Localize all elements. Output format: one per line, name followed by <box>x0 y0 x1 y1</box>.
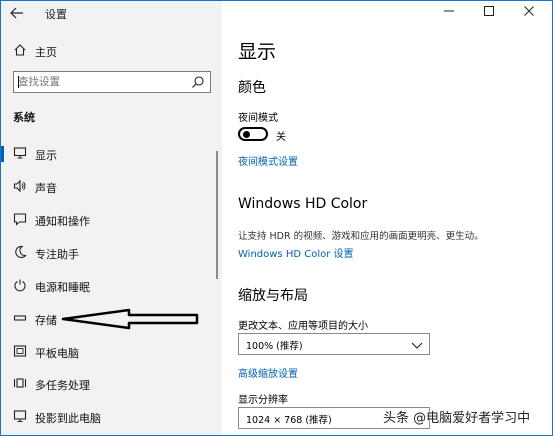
annotation-arrow <box>61 308 199 330</box>
app-title: 设置 <box>45 8 67 21</box>
sidebar-item-label: 多任务处理 <box>35 379 90 392</box>
sidebar-item-project[interactable]: 投影到此电脑 <box>1 404 222 430</box>
sidebar-item-label: 电源和睡眠 <box>35 281 90 294</box>
sidebar-item-notifications[interactable]: 通知和操作 <box>1 207 222 233</box>
multitask-icon <box>12 376 28 390</box>
search-box[interactable] <box>13 71 211 93</box>
sidebar-item-sound[interactable]: 声音 <box>1 174 222 200</box>
sidebar-item-multitasking[interactable]: 多任务处理 <box>1 371 222 397</box>
resolution-label: 显示分辨率 <box>238 395 288 406</box>
sidebar-item-power-sleep[interactable]: 电源和睡眠 <box>1 273 222 299</box>
title-bar: 设置 <box>1 1 222 25</box>
sidebar: 设置 主页 系统 显示 声音 <box>1 1 222 435</box>
watermark: 头条 @电脑爱好者学习中 <box>383 411 531 426</box>
tablet-icon <box>12 344 28 358</box>
sidebar-scrollbar[interactable] <box>216 151 218 279</box>
scale-value: 100% (推荐) <box>246 341 303 352</box>
scale-label: 更改文本、应用等项目的大小 <box>238 321 368 332</box>
notification-icon <box>12 212 28 226</box>
active-indicator <box>1 146 4 162</box>
scale-dropdown[interactable]: 100% (推荐) <box>238 333 430 355</box>
page-title: 显示 <box>238 41 277 63</box>
project-icon <box>12 409 28 423</box>
search-input[interactable] <box>18 74 188 90</box>
chevron-down-icon <box>411 339 423 349</box>
settings-window: 设置 主页 系统 显示 声音 <box>0 0 553 436</box>
sidebar-item-display[interactable]: 显示 <box>1 141 222 167</box>
search-icon[interactable] <box>191 75 205 89</box>
sidebar-item-label: 存储 <box>35 314 57 327</box>
hdr-section-title: Windows HD Color <box>238 196 368 212</box>
home-icon <box>13 43 27 57</box>
sidebar-item-label: 投影到此电脑 <box>35 412 101 425</box>
sidebar-item-home[interactable]: 主页 <box>1 41 222 63</box>
power-icon <box>12 278 28 292</box>
night-mode-settings-link[interactable]: 夜间模式设置 <box>238 153 298 168</box>
hdr-description: 让支持 HDR 的视频、游戏和应用的画面更明亮、更生动。 <box>238 231 484 242</box>
sidebar-item-tablet[interactable]: 平板电脑 <box>1 339 222 365</box>
back-arrow-icon[interactable] <box>7 3 27 23</box>
storage-icon <box>12 311 28 325</box>
advanced-scaling-link[interactable]: 高级缩放设置 <box>238 365 298 380</box>
sidebar-item-label: 声音 <box>35 182 57 195</box>
content-pane: 显示 颜色 夜间模式 关 夜间模式设置 Windows HD Color 让支持… <box>222 1 552 435</box>
sidebar-item-label: 平板电脑 <box>35 347 79 360</box>
close-icon[interactable] <box>520 4 538 22</box>
window-controls <box>434 1 552 25</box>
speaker-icon <box>12 179 28 193</box>
monitor-icon <box>12 146 28 160</box>
sidebar-item-label: 通知和操作 <box>35 215 90 228</box>
sidebar-item-label: 显示 <box>35 149 57 162</box>
section-label: 系统 <box>13 111 35 124</box>
hdr-settings-link[interactable]: Windows HD Color 设置 <box>238 245 354 260</box>
sidebar-item-label: 专注助手 <box>35 248 79 261</box>
sidebar-item-focus-assist[interactable]: 专注助手 <box>1 240 222 266</box>
moon-icon <box>12 245 28 259</box>
minimize-icon[interactable] <box>440 4 458 22</box>
night-mode-toggle[interactable] <box>238 127 268 141</box>
sidebar-item-label: 主页 <box>35 46 57 59</box>
toggle-knob <box>243 131 250 138</box>
night-mode-state: 关 <box>276 132 286 143</box>
scale-section-title: 缩放与布局 <box>238 288 308 304</box>
resolution-value: 1024 × 768 (推荐) <box>246 415 332 426</box>
night-mode-label: 夜间模式 <box>238 113 278 124</box>
color-section-title: 颜色 <box>238 80 266 96</box>
maximize-icon[interactable] <box>480 4 498 22</box>
